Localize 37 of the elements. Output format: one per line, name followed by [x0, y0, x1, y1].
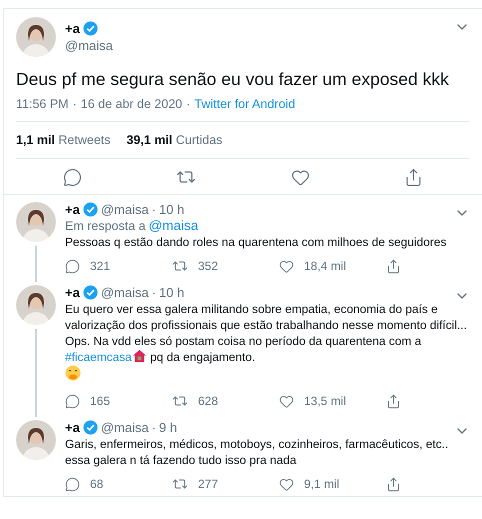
- user-handle[interactable]: @maisa: [100, 420, 149, 435]
- tweet-time[interactable]: 11:56 PM: [16, 97, 69, 111]
- reply-button[interactable]: 165: [65, 393, 172, 409]
- mention-link[interactable]: @maisa: [148, 218, 198, 233]
- reply-context: Em resposta a: [65, 218, 146, 232]
- reply-button[interactable]: 68: [65, 476, 172, 492]
- display-name[interactable]: +a: [65, 202, 80, 217]
- reply-time[interactable]: 9 h: [159, 420, 178, 435]
- reply-time[interactable]: 10 h: [159, 285, 184, 300]
- reply-text: Pessoas q estão dando roles na quarentena com milhoes de seguidores: [65, 234, 448, 250]
- display-name[interactable]: +a: [65, 21, 80, 36]
- like-button[interactable]: 9,1 mil: [279, 476, 386, 492]
- separator: ·: [152, 420, 156, 435]
- stat-count[interactable]: 39,1 mil Curtidas: [126, 133, 222, 147]
- user-handle[interactable]: @maisa: [100, 202, 149, 217]
- separator: ·: [72, 97, 77, 111]
- separator: ·: [152, 202, 156, 217]
- stat-count[interactable]: 1,1 mil Retweets: [16, 133, 111, 147]
- retweet-button[interactable]: 277: [172, 476, 279, 492]
- retweet-button[interactable]: 352: [172, 258, 279, 274]
- separator: ·: [152, 285, 156, 300]
- display-name[interactable]: +a: [65, 285, 80, 300]
- tweet-text: Deus pf me segura senão eu vou fazer um exposed kkk: [16, 68, 450, 91]
- reply-button[interactable]: 321: [65, 258, 172, 274]
- separator: ·: [186, 97, 190, 111]
- source-link[interactable]: Twitter for Android: [194, 97, 296, 111]
- like-button[interactable]: 13,5 mil: [279, 393, 386, 409]
- tweet-date[interactable]: 16 de abr de 2020: [80, 97, 182, 111]
- reply-text: Eu quero ver essa galera militando sobre empatia, economia do país e valorização dos profissionais que estão trabalhando nesse momento difícil... Ops. Na vdd eles só postam coisa no período da quarentena com a #ficaemcasa pq da engajamento.: [65, 301, 470, 385]
- retweet-button[interactable]: 628: [172, 393, 279, 409]
- like-button[interactable]: 18,4 mil: [279, 258, 386, 274]
- display-name[interactable]: +a: [65, 420, 80, 435]
- reply-text: Garis, enfermeiros, médicos, motoboys, cozinheiros, farmacêuticos, etc.. essa galera n tá fazendo tudo isso pra nada: [65, 436, 450, 468]
- user-handle[interactable]: @maisa: [100, 285, 149, 300]
- hashtag-link[interactable]: #ficaemcasa: [65, 350, 132, 364]
- reply-time[interactable]: 10 h: [159, 202, 184, 217]
- user-handle[interactable]: @maisa: [65, 38, 113, 53]
